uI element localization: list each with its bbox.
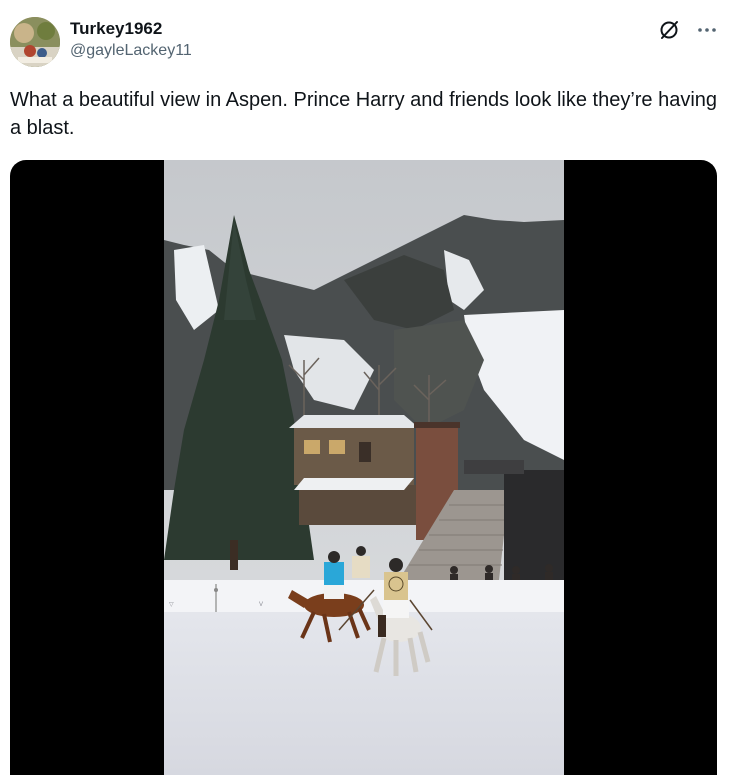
more-horizontal-icon[interactable] [694, 19, 720, 41]
svg-text:V: V [259, 602, 263, 608]
tweet-text: What a beautiful view in Aspen. Prince H… [10, 89, 718, 139]
display-name[interactable]: Turkey1962 [70, 18, 192, 40]
avatar[interactable] [10, 17, 60, 67]
tweet-header: Turkey1962 @gayleLackey11 [10, 15, 720, 71]
svg-text:▽: ▽ [169, 602, 174, 608]
tweet-media[interactable]: ▽ V [10, 160, 717, 775]
video-frame[interactable]: ▽ V [164, 160, 564, 775]
user-handle[interactable]: @gayleLackey11 [70, 40, 192, 62]
grok-slash-circle-icon[interactable] [658, 19, 680, 41]
